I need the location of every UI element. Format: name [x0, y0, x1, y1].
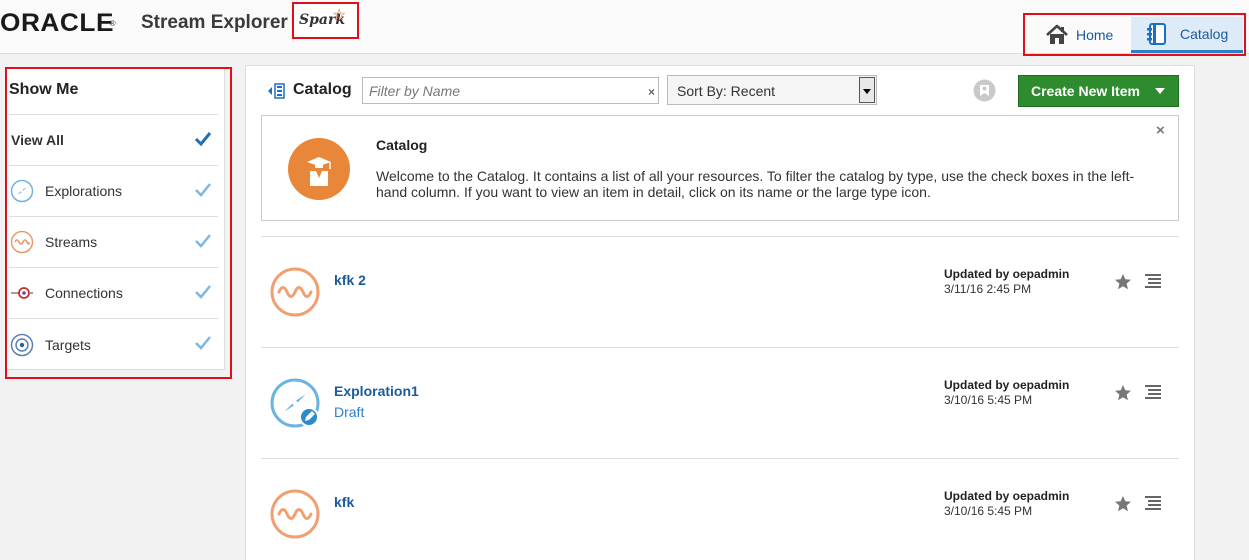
- filter-view-all-label: View All: [11, 132, 64, 148]
- clear-filter-icon[interactable]: ×: [648, 85, 655, 99]
- item-updated-by: Updated by oepadmin: [944, 378, 1070, 392]
- sort-select[interactable]: Sort By: Recent: [667, 75, 877, 105]
- target-icon: [10, 333, 34, 356]
- oracle-logo-text: ORACLE: [0, 8, 114, 37]
- catalog-icon: [1147, 22, 1166, 45]
- catalog-item: kfk Updated by oepadmin 3/10/16 5:45 PM: [261, 459, 1179, 560]
- item-updated-by: Updated by oepadmin: [944, 267, 1070, 281]
- show-me-sidebar: Show Me View All Explorations Streams Co…: [7, 69, 225, 370]
- sort-select-value: Sort By: Recent: [677, 83, 776, 99]
- item-updated-date: 3/10/16 5:45 PM: [944, 504, 1033, 518]
- checkmark-icon[interactable]: [194, 182, 212, 198]
- item-updated-date: 3/11/16 2:45 PM: [944, 282, 1032, 296]
- spark-logo: Spark ☆: [292, 2, 359, 39]
- graduate-icon: [307, 157, 331, 186]
- menu-icon[interactable]: [1144, 273, 1162, 291]
- oracle-logo: ORACLE ®: [0, 9, 115, 37]
- star-icon[interactable]: [1114, 273, 1132, 291]
- checkmark-icon[interactable]: [194, 233, 212, 249]
- filter-view-all[interactable]: View All: [9, 115, 218, 166]
- filter-targets[interactable]: Targets: [9, 319, 218, 370]
- menu-icon[interactable]: [1144, 495, 1162, 513]
- filter-streams-label: Streams: [45, 234, 98, 250]
- filter-streams[interactable]: Streams: [9, 217, 218, 268]
- home-icon: [1046, 24, 1068, 44]
- filter-explorations[interactable]: Explorations: [9, 166, 218, 217]
- close-icon[interactable]: ×: [1156, 122, 1165, 139]
- welcome-text: Welcome to the Catalog. It contains a li…: [376, 168, 1135, 200]
- item-status: Draft: [334, 404, 365, 420]
- checkmark-icon[interactable]: [194, 335, 212, 351]
- stream-icon[interactable]: [269, 488, 321, 540]
- page-title: Catalog: [293, 81, 352, 98]
- nav-home-tab[interactable]: Home: [1038, 17, 1130, 53]
- filter-connections-label: Connections: [45, 285, 123, 301]
- item-updated-date: 3/10/16 5:45 PM: [944, 393, 1033, 407]
- filter-connections[interactable]: Connections: [9, 268, 218, 319]
- stream-icon: [10, 230, 34, 254]
- checkmark-icon[interactable]: [194, 131, 212, 147]
- badge-icon[interactable]: [973, 79, 996, 102]
- star-icon[interactable]: [1114, 495, 1132, 513]
- caret-down-icon: [1155, 88, 1165, 94]
- item-name-link[interactable]: Exploration1: [334, 383, 419, 399]
- search-input[interactable]: [363, 78, 633, 103]
- spark-star-icon: ☆: [332, 7, 347, 24]
- star-icon[interactable]: [1114, 384, 1132, 402]
- create-new-item-label: Create New Item: [1031, 83, 1140, 99]
- connection-icon: [11, 287, 33, 299]
- catalog-item: Exploration1 Draft Updated by oepadmin 3…: [261, 348, 1179, 458]
- welcome-title: Catalog: [376, 137, 428, 153]
- item-updated-by: Updated by oepadmin: [944, 489, 1070, 503]
- welcome-message: Catalog Welcome to the Catalog. It conta…: [261, 115, 1179, 221]
- item-name-link[interactable]: kfk 2: [334, 272, 366, 288]
- stream-icon[interactable]: [269, 266, 321, 318]
- filter-by-name-field: ×: [362, 77, 659, 104]
- exploration-icon: [10, 179, 34, 203]
- item-name-link[interactable]: kfk: [334, 494, 354, 510]
- filter-explorations-label: Explorations: [45, 183, 123, 199]
- exploration-icon[interactable]: [269, 377, 321, 429]
- catalog-collapse-icon[interactable]: [267, 82, 285, 100]
- create-new-item-button[interactable]: Create New Item: [1018, 75, 1179, 107]
- catalog-item: kfk 2 Updated by oepadmin 3/11/16 2:45 P…: [261, 237, 1179, 347]
- nav-home-label: Home: [1076, 27, 1114, 43]
- checkmark-icon[interactable]: [194, 284, 212, 300]
- nav-catalog-tab[interactable]: Catalog: [1131, 17, 1243, 53]
- nav-catalog-label: Catalog: [1180, 25, 1229, 42]
- dropdown-arrow-icon[interactable]: [859, 77, 875, 103]
- catalog-welcome-icon: [288, 138, 350, 200]
- app-title: Stream Explorer: [141, 12, 288, 33]
- app-header: ORACLE ® Stream Explorer Spark ☆ Home Cat…: [0, 0, 1249, 56]
- sidebar-title: Show Me: [9, 69, 218, 115]
- filter-targets-label: Targets: [45, 336, 91, 353]
- menu-icon[interactable]: [1144, 384, 1162, 402]
